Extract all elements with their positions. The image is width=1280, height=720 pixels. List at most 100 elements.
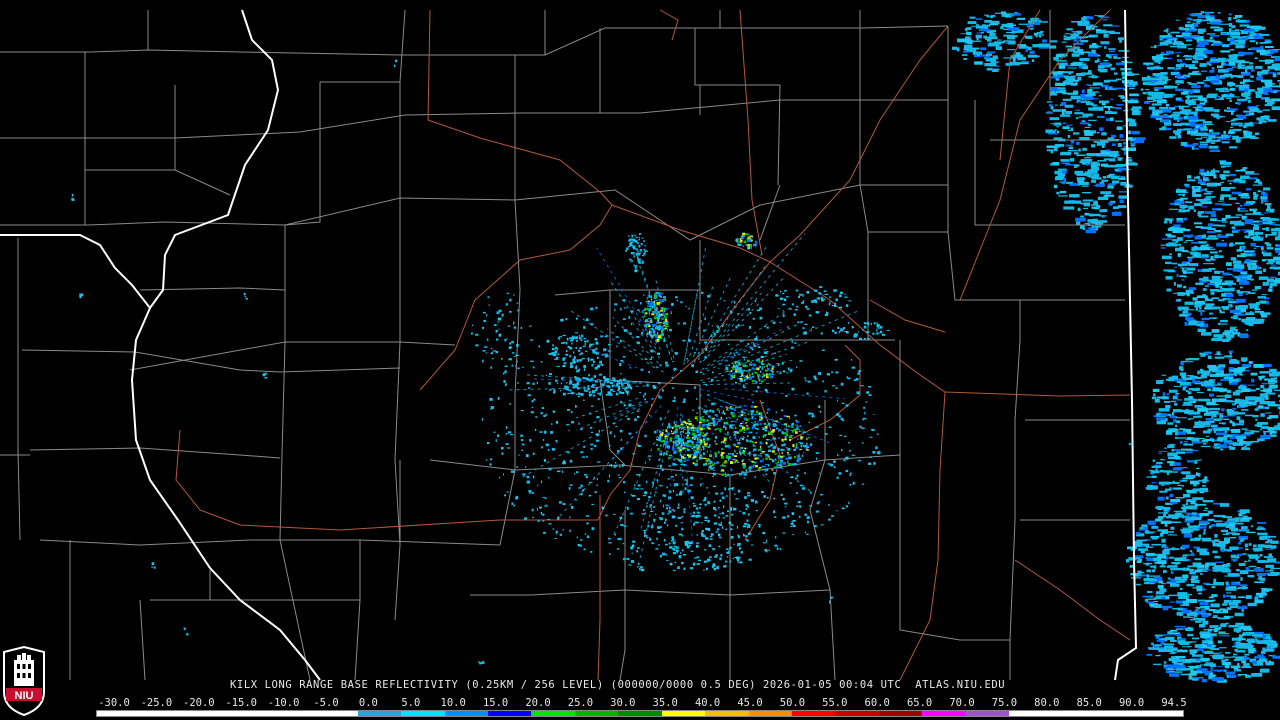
precip-cell: [1205, 352, 1212, 355]
precip-cell: [1250, 75, 1254, 78]
echo-pixel: [516, 466, 518, 468]
precip-cell: [1030, 28, 1034, 30]
echo-pixel: [783, 415, 787, 417]
precip-cell: [1264, 363, 1272, 367]
echo-pixel: [798, 430, 801, 432]
echo-pixel: [739, 439, 741, 441]
precip-cell: [1267, 535, 1277, 538]
precip-cell: [1175, 497, 1185, 499]
precip-cell: [1244, 441, 1253, 444]
precip-cell: [1243, 230, 1247, 234]
precip-cell: [1182, 310, 1188, 314]
echo-pixel: [761, 490, 764, 494]
precip-cell: [1221, 338, 1231, 341]
echo-pixel: [533, 398, 536, 401]
echo-pixel: [852, 481, 855, 485]
precip-cell: [1210, 218, 1217, 221]
echo-pixel: [521, 443, 524, 446]
echo-pixel: [765, 457, 768, 460]
precip-cell: [1164, 447, 1167, 449]
precip-cell: [1182, 607, 1187, 611]
precip-cell: [1230, 257, 1237, 261]
echo-pixel: [608, 474, 611, 478]
precip-cell: [1235, 44, 1244, 49]
precip-cell: [1230, 437, 1235, 439]
precip-cell: [1106, 79, 1117, 82]
precip-cell: [1270, 567, 1280, 569]
precip-cell: [1175, 665, 1186, 669]
precip-cell: [1170, 400, 1177, 403]
echo-pixel: [702, 435, 706, 438]
echo-pixel: [630, 463, 633, 465]
precip-cell: [1186, 324, 1197, 326]
precip-cell: [1186, 599, 1197, 603]
precip-cell: [1162, 79, 1171, 81]
echo-pixel: [791, 520, 794, 523]
echo-pixel: [672, 569, 676, 571]
precip-cell: [1128, 71, 1133, 74]
echo-pixel: [761, 466, 764, 468]
precip-cell: [1152, 459, 1155, 462]
precip-cell: [1155, 507, 1163, 510]
precip-cell: [1226, 293, 1234, 297]
radar-map[interactable]: [0, 0, 1280, 720]
echo-pixel: [658, 544, 660, 546]
echo-pixel: [581, 456, 586, 458]
precip-cell: [1256, 41, 1258, 45]
echo-pixel: [701, 449, 703, 451]
precip-cell: [1263, 639, 1274, 642]
echo-pixel: [720, 453, 723, 457]
precip-cell: [1189, 90, 1193, 95]
precip-cell: [1221, 659, 1226, 664]
precip-cell: [1222, 603, 1228, 606]
echo-pixel: [634, 418, 637, 422]
precip-cell: [1228, 132, 1236, 134]
echo-pixel: [615, 426, 618, 428]
precip-cell: [1274, 428, 1280, 431]
echo-pixel: [708, 415, 711, 418]
precip-cell: [1188, 263, 1199, 267]
precip-cell: [1241, 428, 1248, 430]
precip-cell: [1152, 73, 1162, 77]
precip-cell: [1067, 135, 1071, 139]
precip-cell: [1201, 329, 1206, 332]
precip-cell: [1077, 180, 1085, 183]
precip-cell: [1155, 636, 1160, 640]
precip-cell: [1081, 17, 1087, 21]
precip-cell: [1149, 68, 1160, 70]
precip-cell: [1018, 62, 1029, 65]
precip-cell: [1237, 573, 1240, 576]
precip-cell: [1186, 179, 1196, 182]
echo-pixel: [873, 462, 876, 465]
echo-pixel: [672, 462, 676, 466]
precip-cell: [1087, 170, 1098, 174]
echo-pixel: [820, 524, 824, 526]
precip-cell: [1224, 280, 1233, 283]
precip-cell: [1177, 59, 1183, 63]
echo-pixel: [543, 459, 546, 462]
precip-cell: [1082, 185, 1089, 187]
precip-cell: [1061, 111, 1065, 115]
precip-cell: [1151, 543, 1162, 546]
precip-cell: [1266, 247, 1274, 250]
precip-cell: [1104, 46, 1107, 49]
precip-cell: [996, 39, 1002, 41]
precip-cell: [1197, 415, 1202, 418]
precip-cell: [1047, 111, 1051, 113]
echo-pixel: [743, 458, 745, 460]
precip-cell: [1205, 172, 1216, 175]
echo-pixel: [724, 441, 726, 445]
echo-pixel: [762, 427, 766, 431]
precip-cell: [1211, 540, 1216, 543]
precip-cell: [1154, 604, 1162, 608]
echo-pixel: [596, 416, 600, 419]
echo-pixel: [530, 339, 533, 342]
precip-cell: [1195, 607, 1205, 609]
precip-cell: [1198, 564, 1204, 567]
echo-pixel: [710, 334, 713, 338]
echo-pixel: [759, 442, 763, 445]
precip-cell: [1169, 253, 1172, 255]
precip-cell: [1195, 226, 1203, 228]
echo-pixel: [767, 449, 772, 452]
echo-pixel: [664, 434, 668, 436]
